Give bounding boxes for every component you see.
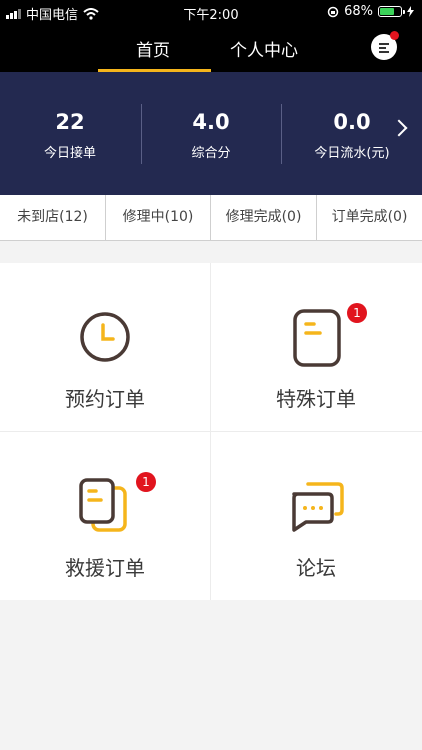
stat-label: 综合分 xyxy=(191,146,231,161)
message-button[interactable] xyxy=(371,31,399,60)
forum-item[interactable]: 论坛 xyxy=(211,432,421,600)
grid-item-label: 特殊订单 xyxy=(276,387,356,411)
document-icon xyxy=(286,307,346,367)
grid-item-label: 论坛 xyxy=(296,556,336,580)
battery-icon xyxy=(378,6,405,17)
special-orders-item[interactable]: 1 特殊订单 xyxy=(211,263,421,431)
tab-order-done[interactable]: 订单完成(0) xyxy=(317,195,422,240)
notification-dot xyxy=(390,31,399,40)
stat-label: 今日接单 xyxy=(43,146,96,161)
rescue-orders-item[interactable]: 1 救援订单 xyxy=(0,432,210,600)
tab-repair-done[interactable]: 修理完成(0) xyxy=(211,195,316,240)
order-status-tabs: 未到店(12) 修理中(10) 修理完成(0) 订单完成(0) xyxy=(0,195,422,241)
documents-icon xyxy=(75,476,135,536)
function-grid: 预约订单 1 特殊订单 1 救援订单 论坛 xyxy=(0,263,422,600)
tab-profile[interactable]: 个人中心 xyxy=(230,36,298,61)
notification-badge: 1 xyxy=(136,472,156,492)
status-right: 68% xyxy=(327,4,414,19)
stat-label: 今日流水(元) xyxy=(314,146,390,161)
notification-badge: 1 xyxy=(347,303,367,323)
grid-item-label: 救援订单 xyxy=(65,556,145,580)
stat-today-revenue: 0.0 今日流水(元) xyxy=(282,110,422,161)
charging-icon xyxy=(407,6,414,17)
chat-bubbles-icon xyxy=(286,476,346,536)
stat-value: 22 xyxy=(55,110,85,134)
grid-item-label: 预约订单 xyxy=(65,387,145,411)
tab-not-arrived[interactable]: 未到店(12) xyxy=(0,195,105,240)
clock-icon xyxy=(75,307,135,367)
tab-repairing[interactable]: 修理中(10) xyxy=(106,195,210,240)
stat-value: 4.0 xyxy=(192,110,230,134)
battery-percent: 68% xyxy=(344,4,373,19)
tab-home[interactable]: 首页 xyxy=(136,36,170,61)
orientation-lock-icon xyxy=(327,6,339,17)
appointment-orders-item[interactable]: 预约订单 xyxy=(0,263,210,431)
top-nav: 首页 个人中心 xyxy=(0,24,422,72)
stat-today-orders: 22 今日接单 xyxy=(0,110,140,161)
status-bar: 中国电信 下午2:00 68% xyxy=(0,0,422,24)
stats-panel[interactable]: 22 今日接单 4.0 综合分 0.0 今日流水(元) xyxy=(0,72,422,195)
stat-overall-score: 4.0 综合分 xyxy=(141,110,281,161)
